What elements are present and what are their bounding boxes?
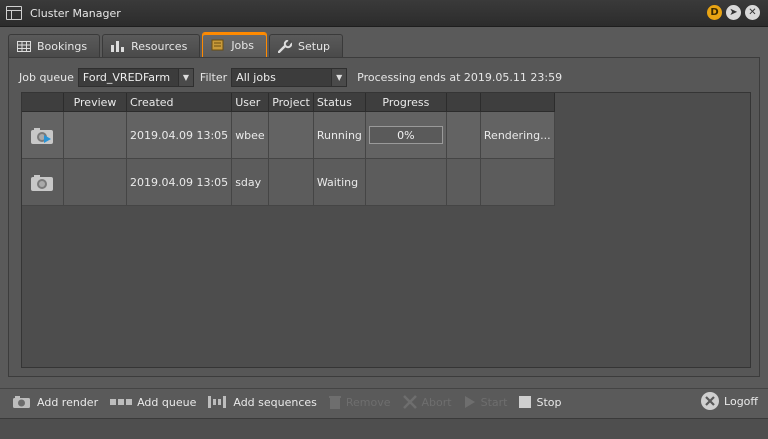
window-title: Cluster Manager: [30, 6, 121, 20]
preview-cell: [63, 158, 127, 206]
play-icon: [464, 395, 476, 409]
abort-x-icon: [402, 395, 417, 409]
camera-icon: [30, 173, 56, 191]
preview-cell: [63, 111, 127, 159]
progress-cell: [365, 158, 447, 206]
created-cell: 2019.04.09 13:05: [126, 158, 233, 206]
add-sequences-button[interactable]: Add sequences: [208, 396, 317, 409]
table-row[interactable]: 2019.04.09 13:05 wbee Running 0% Renderi…: [22, 111, 555, 159]
camera-icon: [12, 395, 32, 409]
jobs-panel: Job queue Ford_VREDFarm ▼ Filter All job…: [8, 57, 760, 377]
tab-bookings[interactable]: Bookings: [8, 34, 101, 57]
job-queue-value: Ford_VREDFarm: [82, 70, 171, 84]
column-header-created[interactable]: Created: [126, 93, 233, 112]
job-queue-select[interactable]: Ford_VREDFarm ▼: [77, 67, 194, 87]
status-cell: Waiting: [313, 158, 366, 206]
filter-value: All jobs: [236, 70, 276, 84]
window-controls: D ➤ ✕: [707, 5, 760, 20]
column-header-project[interactable]: Project: [268, 93, 314, 112]
abort-label: Abort: [421, 395, 452, 409]
jobs-table[interactable]: Preview Created User Project Status Prog…: [21, 92, 751, 368]
progress-value: 0%: [397, 128, 415, 142]
table-row[interactable]: 2019.04.09 13:05 sday Waiting: [22, 158, 555, 206]
table-icon: [17, 40, 31, 52]
add-queue-label: Add queue: [137, 395, 197, 409]
chevron-down-icon[interactable]: ▼: [177, 68, 193, 86]
start-button[interactable]: Start: [464, 395, 508, 409]
camera-play-icon: [30, 126, 56, 144]
progress-cell: 0%: [365, 111, 447, 159]
logoff-label: Logoff: [724, 394, 758, 408]
status-bar: [0, 418, 768, 439]
user-cell: wbee: [231, 111, 270, 159]
filter-select[interactable]: All jobs ▼: [231, 67, 348, 87]
wrench-icon: [278, 39, 292, 53]
add-queue-button[interactable]: Add queue: [110, 396, 196, 409]
tab-bar: Bookings Resources Jobs Setup: [8, 32, 345, 57]
column-header[interactable]: [22, 93, 64, 112]
extra-cell: [446, 158, 481, 206]
trash-icon: [328, 395, 341, 409]
job-icon-cell: [22, 111, 64, 159]
message-cell: Rendering...: [480, 111, 555, 159]
add-sequences-label: Add sequences: [233, 395, 317, 409]
bottom-toolbar: Add render Add queue Add sequences Remov…: [0, 388, 768, 415]
column-header-status[interactable]: Status: [313, 93, 366, 112]
stop-button[interactable]: Stop: [519, 395, 562, 409]
stop-label: Stop: [536, 395, 562, 409]
filter-label: Filter: [199, 70, 228, 84]
tab-label: Bookings: [37, 39, 88, 53]
stop-icon: [519, 396, 532, 408]
tab-resources[interactable]: Resources: [102, 34, 201, 57]
remove-label: Remove: [345, 395, 391, 409]
progress-bar: 0%: [368, 126, 443, 144]
sequence-icon: [208, 396, 228, 408]
project-cell: [268, 111, 314, 159]
chevron-down-icon[interactable]: ▼: [331, 68, 347, 86]
column-header-preview[interactable]: Preview: [63, 93, 127, 112]
start-label: Start: [480, 395, 508, 409]
tab-label: Jobs: [231, 38, 254, 52]
column-header-progress[interactable]: Progress: [365, 93, 447, 112]
abort-button[interactable]: Abort: [402, 395, 452, 409]
tab-label: Setup: [298, 39, 331, 53]
column-header-user[interactable]: User: [231, 93, 270, 112]
tab-jobs[interactable]: Jobs: [202, 32, 267, 57]
column-header[interactable]: [480, 93, 555, 112]
user-cell: sday: [231, 158, 270, 206]
queue-icon: [110, 397, 133, 407]
logoff-x-icon: [700, 391, 720, 411]
add-render-label: Add render: [37, 395, 99, 409]
remove-button[interactable]: Remove: [328, 395, 391, 409]
message-cell: [480, 158, 555, 206]
app-table-icon: [6, 6, 22, 20]
project-cell: [268, 158, 314, 206]
user-badge-icon[interactable]: D: [707, 5, 722, 20]
tab-label: Resources: [131, 39, 188, 53]
forward-arrow-icon[interactable]: ➤: [726, 5, 741, 20]
column-header[interactable]: [446, 93, 481, 112]
job-icon-cell: [22, 158, 64, 206]
extra-cell: [446, 111, 481, 159]
processing-status: Processing ends at 2019.05.11 23:59: [357, 70, 563, 84]
filter-row: Job queue Ford_VREDFarm ▼ Filter All job…: [19, 67, 562, 87]
status-cell: Running: [313, 111, 366, 159]
bar-chart-icon: [111, 40, 125, 52]
logoff-button[interactable]: Logoff: [700, 391, 758, 411]
table-header-row: Preview Created User Project Status Prog…: [22, 93, 555, 112]
tab-setup[interactable]: Setup: [269, 34, 344, 57]
job-queue-label: Job queue: [19, 70, 74, 84]
add-render-button[interactable]: Add render: [12, 395, 98, 409]
title-bar: Cluster Manager D ➤ ✕: [0, 0, 768, 27]
close-icon[interactable]: ✕: [745, 5, 760, 20]
jobs-icon: [211, 39, 225, 51]
created-cell: 2019.04.09 13:05: [126, 111, 233, 159]
